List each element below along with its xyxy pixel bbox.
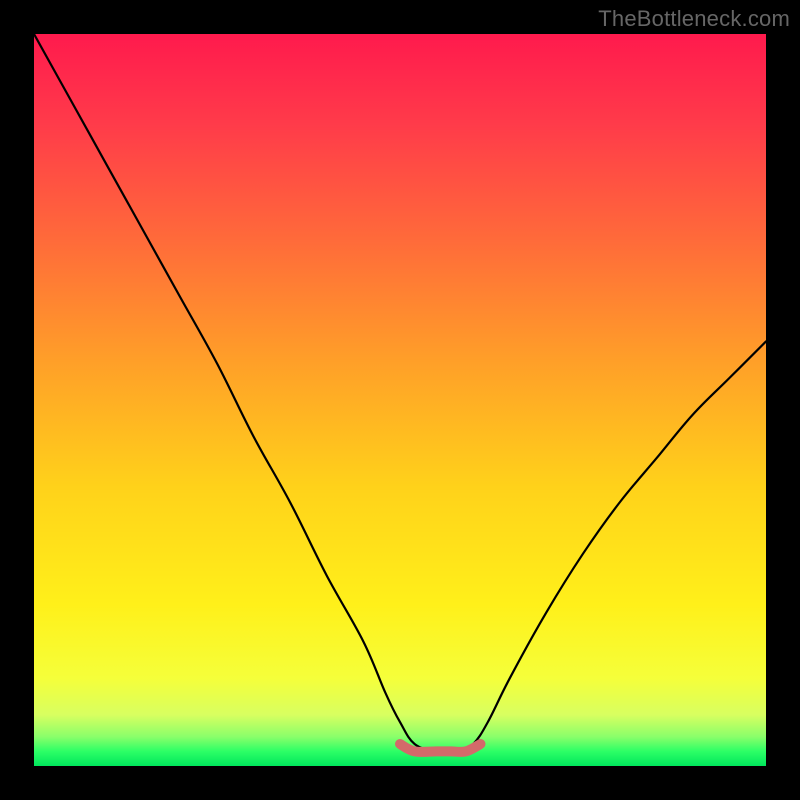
- bottleneck-curve: [34, 34, 766, 752]
- tolerance-band: [400, 744, 481, 752]
- watermark-text: TheBottleneck.com: [598, 6, 790, 32]
- curve-layer: [34, 34, 766, 766]
- chart-frame: TheBottleneck.com: [0, 0, 800, 800]
- plot-area: [34, 34, 766, 766]
